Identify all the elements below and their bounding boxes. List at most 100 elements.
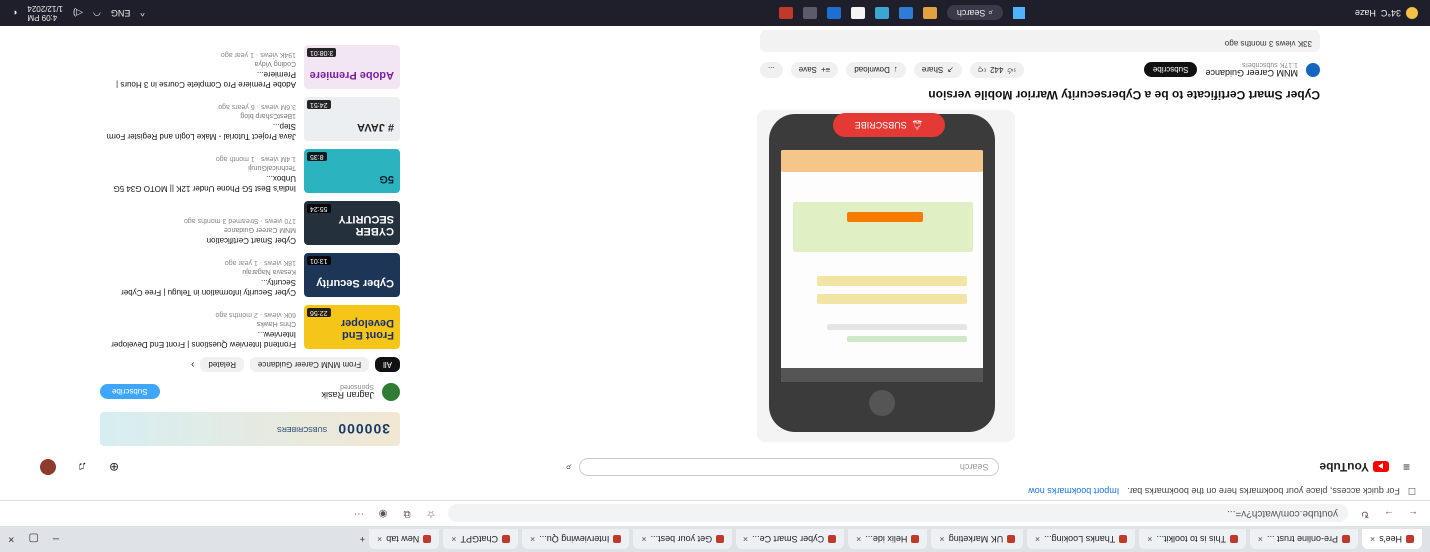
recommended-video-channel[interactable]: Coding Vidya [100, 60, 296, 67]
chevron-right-icon[interactable]: › [191, 359, 194, 370]
recommended-video[interactable]: Front End Developer 22:56 Frontend Intervi… [100, 305, 400, 349]
search-icon[interactable]: ⌕ [565, 461, 571, 474]
browser-tab[interactable]: ChatGPT × [443, 529, 519, 549]
video-thumbnail[interactable]: # JAVA 24:51 [304, 97, 400, 141]
chip-all[interactable]: All [375, 357, 400, 372]
video-thumbnail[interactable]: CYBER SECURITY 55:24 [304, 201, 400, 245]
profile-icon[interactable]: ◉ [376, 508, 390, 519]
taskbar-search[interactable]: ⌕ Search [946, 5, 1003, 21]
mail-app-icon[interactable] [826, 7, 841, 19]
close-icon[interactable]: × [451, 534, 456, 544]
browser-tab[interactable]: Get your best... × [633, 529, 733, 549]
video-thumbnail[interactable]: Adobe Premiere 3:08:01 [304, 45, 400, 89]
browser-tab[interactable]: New tab × [368, 529, 440, 549]
menu-dots-icon[interactable]: ⋯ [352, 508, 366, 519]
camera-app-icon[interactable] [802, 7, 817, 19]
windows-start-icon[interactable] [1012, 7, 1025, 19]
recommended-video[interactable]: 5G 8:35 India's Best 5G Phone Under 12K ||… [100, 149, 400, 193]
close-icon[interactable]: × [1370, 534, 1375, 544]
save-button[interactable]: ≡+ Save [790, 62, 839, 78]
sponsor-logo-icon[interactable] [382, 383, 400, 401]
share-button[interactable]: ↗ Share [913, 62, 962, 78]
reload-icon[interactable]: ↻ [1358, 508, 1372, 519]
close-icon[interactable]: × [1035, 534, 1040, 544]
media-app-icon[interactable] [778, 7, 793, 19]
file-explorer-icon[interactable] [922, 7, 937, 19]
browser-tab[interactable]: Thanks Looking... × [1027, 529, 1136, 549]
new-tab-button[interactable]: + [360, 534, 365, 544]
video-thumbnail[interactable]: 5G 8:35 [304, 149, 400, 193]
more-actions-button[interactable]: ... [760, 62, 783, 78]
import-bookmarks-link[interactable]: Import bookmarks now [1028, 486, 1119, 496]
channel-avatar[interactable] [1306, 63, 1320, 77]
back-arrow-icon[interactable]: ← [1406, 508, 1420, 519]
ad-banner[interactable]: 300000 SUBSCRIBERS [100, 412, 400, 446]
wifi-icon[interactable]: ◠ [93, 8, 101, 19]
browser-tab[interactable]: Helix ide... × [848, 529, 928, 549]
recommended-video-title[interactable]: Frontend Interview Questions | Front End… [100, 329, 296, 349]
close-icon[interactable]: × [1147, 534, 1152, 544]
sponsor-name[interactable]: Jagran Rasik [321, 391, 374, 401]
download-button[interactable]: ↓ Download [846, 62, 906, 78]
chip-from-channel[interactable]: From MNM Career Guidance [249, 357, 370, 372]
subscribe-overlay-button[interactable]: 🔔︎ SUBSCRIBE [833, 113, 945, 137]
like-button[interactable]: 👍︎ 442 👎︎ [969, 62, 1024, 78]
hamburger-menu-icon[interactable]: ≡ [1403, 460, 1410, 474]
thumbs-down-icon[interactable]: 👎︎ [978, 65, 986, 75]
chevron-up-icon[interactable]: ^ [140, 8, 144, 18]
chrome-browser-icon[interactable] [874, 7, 889, 19]
store-app-icon[interactable] [850, 7, 865, 19]
browser-tab[interactable]: Interviewing Qu... × [522, 529, 630, 549]
recommended-video-title[interactable]: Cyber Smart Certification [100, 235, 296, 245]
chip-related[interactable]: Related [200, 357, 244, 372]
close-icon[interactable]: × [377, 534, 382, 544]
recommended-video[interactable]: CYBER SECURITY 55:24 Cyber Smart Certifica… [100, 201, 400, 245]
close-icon[interactable]: × [939, 534, 944, 544]
video-player[interactable]: 🔔︎ SUBSCRIBE [757, 110, 1015, 442]
close-icon[interactable]: × [1258, 534, 1263, 544]
close-icon[interactable]: × [743, 534, 748, 544]
avatar[interactable] [40, 459, 56, 475]
youtube-logo[interactable]: YouTube [1319, 460, 1389, 474]
close-icon[interactable]: × [530, 534, 535, 544]
close-icon[interactable]: × [856, 534, 861, 544]
browser-tab[interactable]: UK Marketing × [931, 529, 1024, 549]
video-thumbnail[interactable]: Cyber Security 13:01 [304, 253, 400, 297]
recommended-video[interactable]: Adobe Premiere 3:08:01 Adobe Premiere Pro … [100, 45, 400, 89]
recommended-video[interactable]: Cyber Security 13:01 Cyber Security inform… [100, 253, 400, 297]
notifications-bell-icon[interactable]: ♫ [78, 460, 87, 474]
minimize-button[interactable]: – [53, 533, 59, 546]
weather-widget[interactable]: 34°C Haze [1355, 7, 1418, 19]
video-thumbnail[interactable]: Front End Developer 22:56 [304, 305, 400, 349]
browser-tab[interactable]: Pre-online trust ... × [1250, 529, 1358, 549]
url-field[interactable]: youtube.com/watch?v=... [448, 504, 1348, 523]
create-video-icon[interactable]: ⊕ [109, 460, 119, 474]
edge-browser-icon[interactable] [898, 7, 913, 19]
subscribe-button[interactable]: Subscribe [1143, 62, 1198, 78]
recommended-video-title[interactable]: Adobe Premiere Pro Complete Course in 3 … [100, 69, 296, 89]
taskbar-clock[interactable]: 4:09 PM 1/12/2024 [27, 4, 63, 22]
recommended-video-channel[interactable]: TechnicalGuruji [100, 164, 296, 171]
recommended-video-title[interactable]: India's Best 5G Phone Under 12K || MOTO … [100, 173, 296, 193]
search-input[interactable]: Search [579, 458, 1000, 476]
recommended-video-channel[interactable]: Chris Hawks [100, 320, 296, 327]
volume-icon[interactable]: ◁) [73, 8, 83, 19]
browser-tab[interactable]: Hee's × [1362, 529, 1422, 549]
browser-tab[interactable]: This is to toolkit... × [1139, 529, 1246, 549]
recommended-video-channel[interactable]: MNM Career Guidance [100, 226, 296, 233]
sponsor-subscribe-button[interactable]: Subscribe [100, 384, 160, 400]
recommended-video-title[interactable]: Java Project Tutorial - Make Login and R… [100, 121, 296, 141]
close-window-button[interactable]: × [8, 533, 14, 546]
recommended-video-channel[interactable]: Kesava Nagaraju [100, 268, 296, 275]
star-icon[interactable]: ☆ [424, 508, 438, 519]
recommended-video-channel[interactable]: 1BestCsharp blog [100, 112, 296, 119]
maximize-button[interactable]: ▢ [28, 533, 38, 546]
recommended-video[interactable]: # JAVA 24:51 Java Project Tutorial - Make … [100, 97, 400, 141]
extensions-icon[interactable]: ⧉ [400, 508, 414, 519]
channel-name[interactable]: MNM Career Guidance [1205, 69, 1298, 79]
forward-arrow-icon[interactable]: → [1382, 508, 1396, 519]
browser-tab[interactable]: Cyber Smart Ce... × [736, 529, 845, 549]
language-indicator[interactable]: ENG [111, 8, 131, 18]
video-description[interactable]: 33K views 3 months ago [760, 30, 1320, 52]
recommended-video-title[interactable]: Cyber Security information in Telugu | F… [100, 277, 296, 297]
